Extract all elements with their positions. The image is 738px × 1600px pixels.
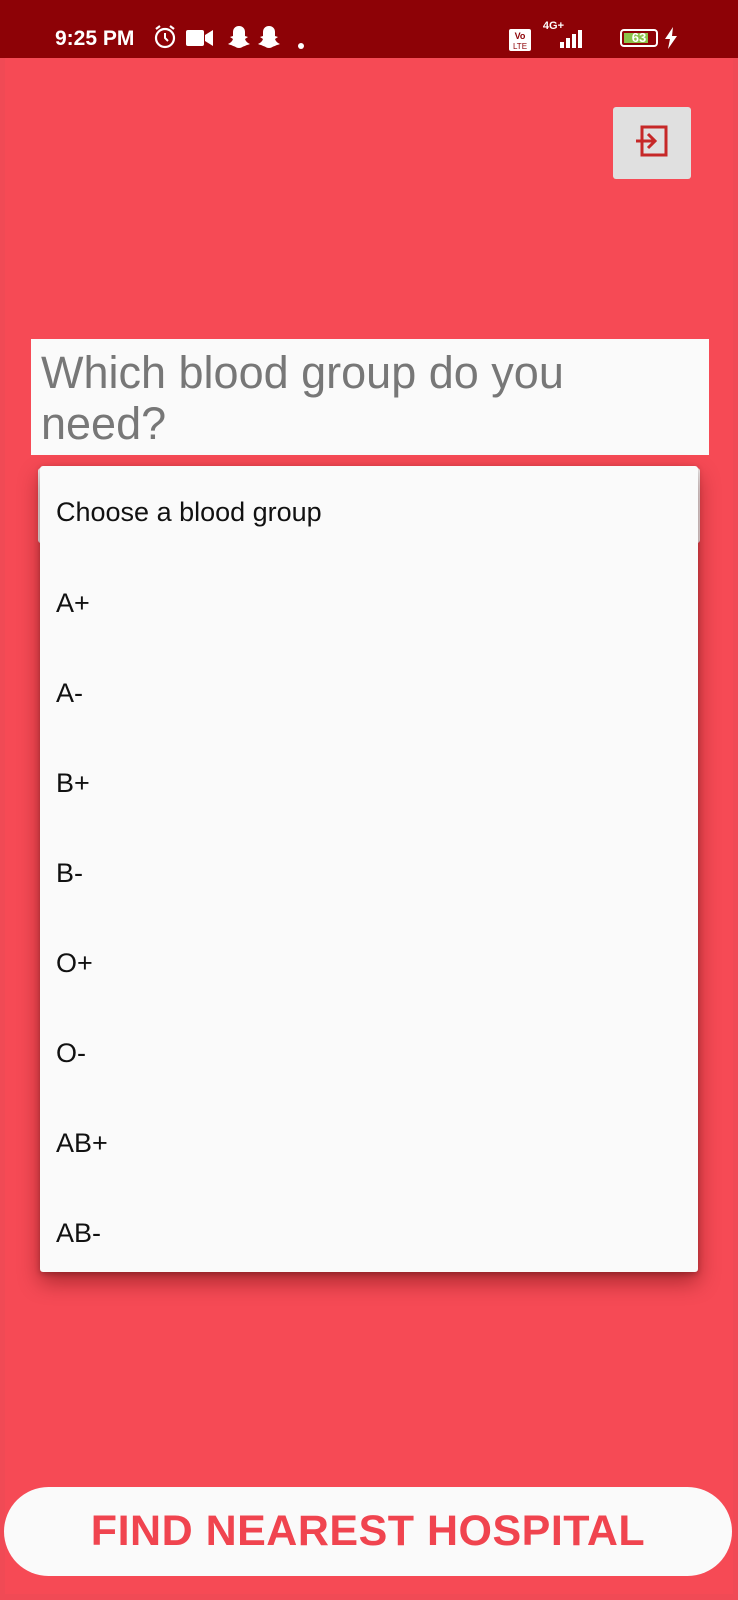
charging-icon <box>664 27 678 54</box>
dot-icon <box>298 36 304 54</box>
find-nearest-hospital-button[interactable]: FIND NEAREST HOSPITAL <box>4 1487 732 1576</box>
option-b-positive[interactable]: B+ <box>40 738 698 828</box>
option-o-negative[interactable]: O- <box>40 1008 698 1098</box>
video-icon <box>186 29 214 52</box>
battery-level: 63 <box>631 30 647 45</box>
signal-icon <box>548 30 586 53</box>
alarm-icon <box>152 24 178 55</box>
snapchat-icon <box>256 24 282 55</box>
exit-button[interactable] <box>613 107 691 179</box>
option-a-negative[interactable]: A- <box>40 648 698 738</box>
dropdown-placeholder[interactable]: Choose a blood group <box>40 466 698 558</box>
option-ab-positive[interactable]: AB+ <box>40 1098 698 1188</box>
option-ab-negative[interactable]: AB- <box>40 1188 698 1278</box>
svg-text:Vo: Vo <box>515 31 526 41</box>
option-b-negative[interactable]: B- <box>40 828 698 918</box>
svg-text:LTE: LTE <box>513 42 527 51</box>
volte-icon: Vo LTE <box>508 28 532 57</box>
battery-icon: 63 <box>620 29 658 47</box>
snapchat-icon <box>226 24 252 55</box>
blood-group-question: Which blood group do you need? <box>31 339 709 455</box>
option-o-positive[interactable]: O+ <box>40 918 698 1008</box>
status-time: 9:25 PM <box>55 27 135 50</box>
blood-group-dropdown: Choose a blood group A+ A- B+ B- O+ O- A… <box>40 466 698 1272</box>
option-a-positive[interactable]: A+ <box>40 558 698 648</box>
exit-to-app-icon <box>634 123 670 164</box>
status-bar: 9:25 PM Vo LTE 4G+ 63 <box>0 0 738 58</box>
